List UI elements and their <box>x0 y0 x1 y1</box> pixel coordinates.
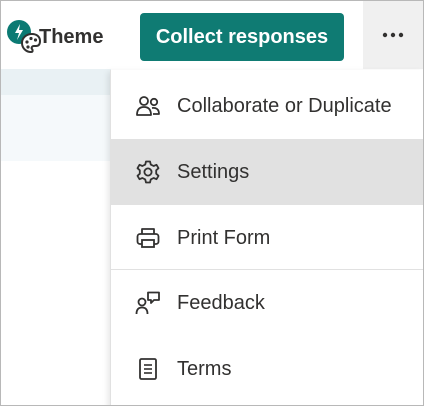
app-window: Theme Collect responses Collaborate or D… <box>0 0 424 406</box>
menu-item-label: Settings <box>177 160 250 183</box>
theme-label: Theme <box>39 25 104 48</box>
top-toolbar: Theme Collect responses <box>1 1 423 69</box>
menu-item-print-form[interactable]: Print Form <box>111 205 423 271</box>
document-icon <box>139 358 157 380</box>
theme-button[interactable]: Theme <box>7 15 103 59</box>
menu-item-settings[interactable]: Settings <box>111 139 423 205</box>
theme-icon <box>7 20 42 54</box>
gear-icon <box>136 160 160 184</box>
menu-item-collaborate[interactable]: Collaborate or Duplicate <box>111 73 423 139</box>
more-horizontal-icon <box>382 32 404 38</box>
feedback-icon <box>135 291 160 315</box>
more-options-menu: Collaborate or Duplicate Settings Print … <box>110 70 423 405</box>
menu-item-label: Print Form <box>177 226 271 249</box>
background-strip <box>1 69 111 95</box>
background-panel <box>1 95 111 161</box>
more-options-button[interactable] <box>363 1 423 69</box>
menu-item-feedback[interactable]: Feedback <box>111 270 423 336</box>
collect-responses-button[interactable]: Collect responses <box>140 13 344 61</box>
people-icon <box>136 96 160 116</box>
menu-item-terms[interactable]: Terms <box>111 336 423 402</box>
menu-item-label: Collaborate or Duplicate <box>177 94 392 117</box>
menu-item-label: Terms <box>177 357 232 380</box>
collect-responses-label: Collect responses <box>155 25 329 48</box>
menu-item-label: Feedback <box>177 291 265 314</box>
printer-icon <box>136 228 160 248</box>
